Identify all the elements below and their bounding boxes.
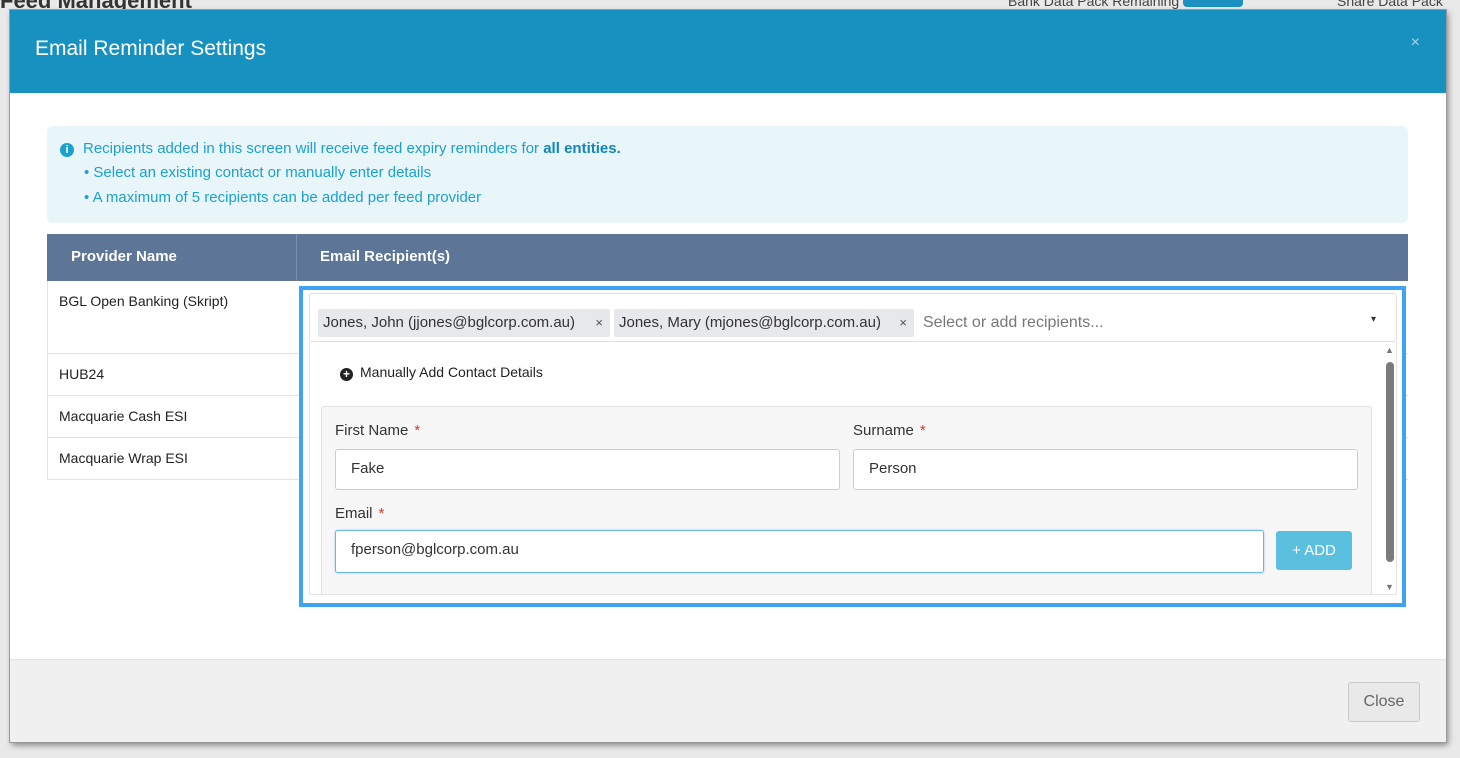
info-alert: i Recipients added in this screen will re…	[47, 126, 1408, 223]
scroll-down-icon[interactable]: ▼	[1385, 582, 1394, 592]
provider-name: HUB24	[59, 366, 105, 382]
chevron-down-icon[interactable]: ▾	[1371, 314, 1376, 325]
chip-label: Jones, Mary (mjones@bglcorp.com.au)	[619, 314, 881, 331]
chip-remove-icon[interactable]: ×	[899, 315, 907, 330]
info-text: Recipients added in this screen will rec…	[83, 140, 544, 157]
info-line: i Recipients added in this screen will re…	[60, 140, 621, 157]
info-strong-text: all entities.	[543, 140, 621, 157]
info-bullet-1: • Select an existing contact or manually…	[84, 164, 432, 181]
close-button[interactable]: Close	[1348, 682, 1420, 722]
manual-add-contact-link[interactable]: + Manually Add Contact Details	[340, 364, 543, 381]
modal-footer: Close	[10, 659, 1446, 742]
email-recipients-header: Email Recipient(s)	[320, 248, 451, 265]
header-divider	[296, 234, 297, 281]
modal-title: Email Reminder Settings	[35, 37, 267, 60]
table-header: Provider Name Email Recipient(s)	[47, 234, 1408, 281]
provider-name: Macquarie Cash ESI	[59, 408, 188, 424]
first-name-input[interactable]: Fake	[335, 449, 840, 490]
recipient-search-input[interactable]: Select or add recipients...	[923, 314, 1104, 332]
provider-name: BGL Open Banking (Skript)	[59, 293, 229, 309]
required-mark: *	[414, 422, 421, 439]
bank-data-pack-label: Bank Data Pack Remaining	[1008, 0, 1244, 9]
chip-label: Jones, John (jjones@bglcorp.com.au)	[323, 314, 576, 331]
recipient-select-highlight: Jones, John (jjones@bglcorp.com.au) × Jo…	[299, 286, 1406, 607]
surname-input[interactable]: Person	[853, 449, 1358, 490]
table-row[interactable]: HUB24	[48, 354, 297, 396]
modal-header: Email Reminder Settings ×	[10, 10, 1446, 93]
share-data-pack-label: Share Data Pack	[1337, 0, 1443, 9]
table-row[interactable]: BGL Open Banking (Skript)	[48, 281, 297, 354]
recipient-select[interactable]: Jones, John (jjones@bglcorp.com.au) × Jo…	[309, 293, 1397, 342]
dropdown-scrollbar[interactable]: ▲ ▼	[1382, 342, 1396, 594]
scrollbar-thumb[interactable]	[1386, 362, 1394, 562]
provider-name: Macquarie Wrap ESI	[59, 450, 188, 466]
recipient-chip: Jones, Mary (mjones@bglcorp.com.au) ×	[614, 309, 914, 337]
required-mark: *	[919, 422, 926, 439]
recipient-chip: Jones, John (jjones@bglcorp.com.au) ×	[318, 309, 610, 337]
chip-remove-icon[interactable]: ×	[595, 315, 603, 330]
provider-name-header: Provider Name	[71, 248, 177, 265]
info-bullet-2: • A maximum of 5 recipients can be added…	[84, 189, 482, 206]
scroll-up-icon[interactable]: ▲	[1385, 345, 1394, 355]
email-label: Email *	[335, 505, 385, 522]
manual-contact-form: First Name * Surname * Fake Person Email * …	[321, 406, 1372, 594]
table-row[interactable]: Macquarie Wrap ESI	[48, 438, 297, 480]
plus-circle-icon: +	[340, 368, 353, 381]
recipient-dropdown: + Manually Add Contact Details First Name…	[309, 342, 1397, 595]
provider-column: BGL Open Banking (Skript) HUB24 Macquari…	[47, 281, 297, 480]
first-name-label: First Name *	[335, 422, 421, 439]
table-row[interactable]: Macquarie Cash ESI	[48, 396, 297, 438]
modal-close-icon[interactable]: ×	[1411, 34, 1420, 52]
manual-add-label: Manually Add Contact Details	[360, 364, 543, 380]
surname-label: Surname *	[853, 422, 926, 439]
required-mark: *	[378, 505, 385, 522]
email-input[interactable]: fperson@bglcorp.com.au	[335, 530, 1264, 573]
bank-data-pack-badge	[1183, 0, 1244, 8]
add-contact-button[interactable]: + ADD	[1276, 531, 1352, 570]
info-icon: i	[60, 143, 74, 157]
